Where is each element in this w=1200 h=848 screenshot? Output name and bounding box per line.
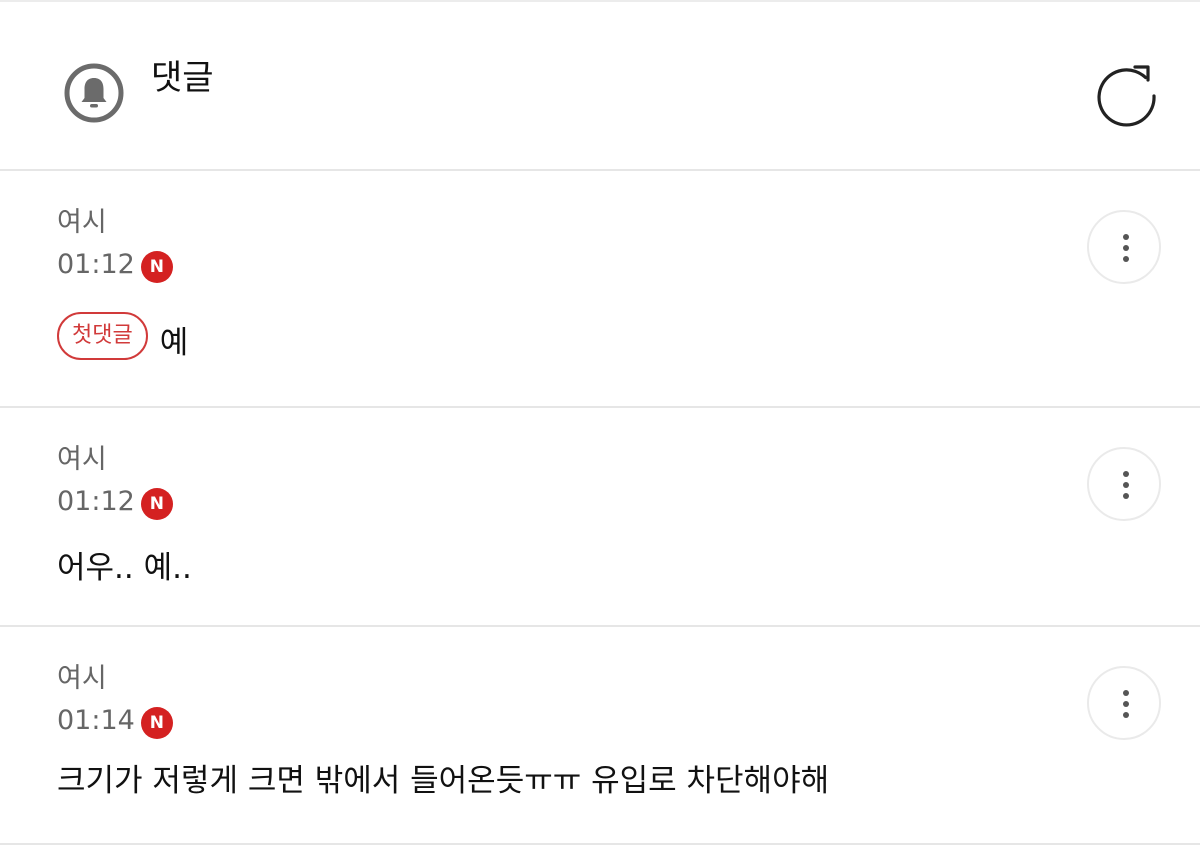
new-badge: N bbox=[140, 251, 173, 283]
more-options-button[interactable] bbox=[1087, 447, 1161, 521]
more-options-button[interactable] bbox=[1087, 666, 1161, 740]
comments-header: 댓글 bbox=[0, 2, 1200, 171]
bell-icon[interactable] bbox=[63, 62, 125, 124]
comment-time: 01:12 bbox=[57, 486, 135, 517]
comment-author: 여시 bbox=[57, 663, 107, 694]
comment-meta: 01:14 N bbox=[57, 704, 173, 739]
comment-item: 여시 01:14 N 크기가 저렇게 크면 밖에서 들어온듯ㅠㅠ 유입로 차단해… bbox=[0, 627, 1200, 845]
new-badge: N bbox=[140, 707, 173, 739]
new-badge: N bbox=[140, 488, 173, 520]
more-options-button[interactable] bbox=[1087, 210, 1161, 284]
more-vertical-icon bbox=[1123, 471, 1129, 477]
more-vertical-icon bbox=[1123, 234, 1129, 240]
comment-text: 크기가 저렇게 크면 밖에서 들어온듯ㅠㅠ 유입로 차단해야해 bbox=[57, 763, 830, 799]
comment-body: 어우.. 예.. bbox=[57, 548, 192, 588]
comment-body: 첫댓글 예 bbox=[57, 309, 188, 363]
first-comment-tag: 첫댓글 bbox=[57, 312, 148, 360]
comment-author: 여시 bbox=[57, 207, 107, 238]
more-vertical-icon bbox=[1123, 690, 1129, 696]
refresh-icon[interactable] bbox=[1092, 59, 1162, 129]
comment-text: 어우.. 예.. bbox=[57, 550, 192, 586]
comment-time: 01:14 bbox=[57, 705, 135, 736]
comment-item: 여시 01:12 N 어우.. 예.. bbox=[0, 408, 1200, 627]
comment-author: 여시 bbox=[57, 444, 107, 475]
comment-time: 01:12 bbox=[57, 249, 135, 280]
comment-item: 여시 01:12 N 첫댓글 예 bbox=[0, 171, 1200, 408]
comment-meta: 01:12 N bbox=[57, 248, 173, 283]
comment-body: 크기가 저렇게 크면 밖에서 들어온듯ㅠㅠ 유입로 차단해야해 bbox=[57, 761, 829, 801]
comment-text: 예 bbox=[159, 325, 189, 361]
comment-meta: 01:12 N bbox=[57, 485, 173, 520]
page-title: 댓글 bbox=[151, 58, 214, 98]
